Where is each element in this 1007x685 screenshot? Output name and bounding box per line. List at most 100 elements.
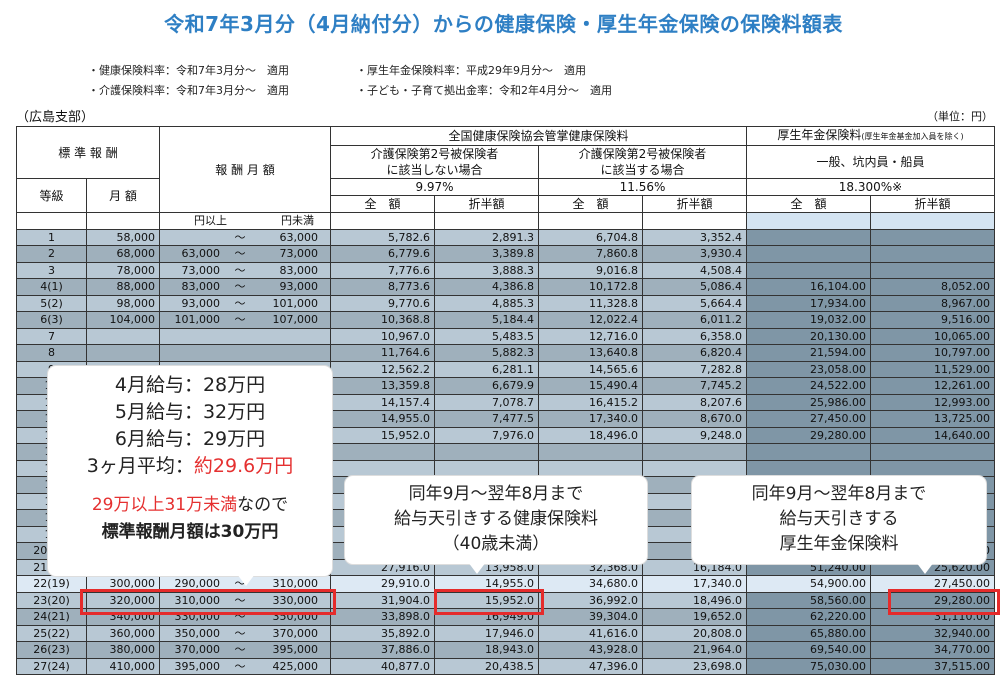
cell-range: 73,000 ～ 83,000 — [159, 261, 331, 279]
cell-ph: 11,529.00 — [870, 360, 995, 378]
cell-b: 15,490.4 — [538, 377, 643, 395]
cell-p: 16,104.00 — [746, 278, 871, 296]
callout-line: 厚生年金保険料 — [779, 534, 899, 554]
cell-p: 69,540.00 — [746, 641, 871, 659]
header-general: 一般、坑内員・船員 — [746, 145, 995, 179]
cell-bh: 7,282.8 — [642, 360, 747, 378]
cell-ah — [434, 459, 539, 477]
cell-g: 4(1) — [16, 278, 87, 296]
header-pension: 厚生年金保険料(厚生年金基金加入員を除く) — [746, 126, 995, 146]
cell-a: 31,904.0 — [330, 591, 435, 609]
cell-b: 6,704.8 — [538, 228, 643, 246]
cell-range: 83,000 ～ 93,000 — [159, 278, 331, 296]
callout-tail — [237, 574, 255, 586]
cell-bh: 17,340.0 — [642, 575, 747, 593]
cell-ph: 32,940.00 — [870, 624, 995, 642]
cell-bh: 9,248.0 — [642, 426, 747, 444]
callout-line: 同年9月～翌年8月まで — [408, 484, 584, 504]
header-standard: 標 準 報 酬 — [16, 126, 160, 179]
cell-m: 88,000 — [86, 278, 160, 296]
cell-ph — [870, 459, 995, 477]
cell-g: 27(24) — [16, 657, 87, 675]
cell-a: 29,910.0 — [330, 575, 435, 593]
cell-a: 33,898.0 — [330, 608, 435, 626]
cell-g: 2 — [16, 245, 87, 263]
table-row: 26(23) 380,000 370,000 ～ 395,000 37,886.0 18,9… — [16, 641, 995, 659]
cell-bh: 5,664.4 — [642, 294, 747, 312]
cell-g: 3 — [16, 261, 87, 279]
cell-p: 65,880.00 — [746, 624, 871, 642]
rate-pension: ・厚生年金保険料率：平成29年9月分～ 適用 — [356, 64, 586, 77]
cell-a: 37,886.0 — [330, 641, 435, 659]
cell-bh: 8,207.6 — [642, 393, 747, 411]
cell-b: 7,860.8 — [538, 245, 643, 263]
cell-g: 8 — [16, 344, 87, 362]
cell-ph: 8,967.00 — [870, 294, 995, 312]
cell-b: 12,022.4 — [538, 311, 643, 329]
cell-b: 39,304.0 — [538, 608, 643, 626]
cell-ah: 7,477.5 — [434, 410, 539, 428]
cell-range: 350,000 ～ 370,000 — [159, 624, 331, 642]
table-row: 8 11,764.6 5,882.3 13,640.8 6,820.4 21,594.00… — [16, 344, 995, 362]
cell-g: 24(21) — [16, 608, 87, 626]
callout-line: 29万以上31万未満なので — [91, 495, 289, 515]
cell-p: 75,030.00 — [746, 657, 871, 675]
header-half: 折半額 — [642, 195, 747, 213]
cell-ah: 4,885.3 — [434, 294, 539, 312]
cell-ph: 9,516.00 — [870, 311, 995, 329]
cell-ah — [434, 443, 539, 461]
header-full: 全 額 — [538, 195, 643, 213]
cell-a: 8,773.6 — [330, 278, 435, 296]
cell-bh: 6,820.4 — [642, 344, 747, 362]
cell-bh — [642, 459, 747, 477]
cell-a: 11,764.6 — [330, 344, 435, 362]
cell-b: 13,640.8 — [538, 344, 643, 362]
cell-b: 14,565.6 — [538, 360, 643, 378]
cell-p: 58,560.00 — [746, 591, 871, 609]
cell-b: 10,172.8 — [538, 278, 643, 296]
branch-label: （広島支部） — [16, 110, 95, 125]
cell-g: 1 — [16, 228, 87, 246]
cell-p: 62,220.00 — [746, 608, 871, 626]
callout-line: 4月給与：28万円 — [114, 374, 266, 396]
cell-ph: 34,770.00 — [870, 641, 995, 659]
cell-p: 21,594.00 — [746, 344, 871, 362]
cell-bh: 18,496.0 — [642, 591, 747, 609]
cell-g: 23(20) — [16, 591, 87, 609]
cell-bh: 6,011.2 — [642, 311, 747, 329]
cell-b — [538, 459, 643, 477]
cell-bh: 19,652.0 — [642, 608, 747, 626]
cell-b: 16,415.2 — [538, 393, 643, 411]
cell-b: 43,928.0 — [538, 641, 643, 659]
cell-b: 11,328.8 — [538, 294, 643, 312]
cell-a: 14,955.0 — [330, 410, 435, 428]
cell-ph — [870, 245, 995, 263]
cell-ph — [870, 228, 995, 246]
highlight-health-half — [434, 589, 544, 615]
cell-bh: 4,508.4 — [642, 261, 747, 279]
cell-m: 98,000 — [86, 294, 160, 312]
rate-a: 9.97% — [330, 178, 539, 196]
cell-p — [746, 459, 871, 477]
cell-p: 54,900.00 — [746, 575, 871, 593]
cell-bh: 20,808.0 — [642, 624, 747, 642]
cell-a: 9,770.6 — [330, 294, 435, 312]
header-grade: 等級 — [16, 178, 87, 213]
cell-m: 380,000 — [86, 641, 160, 659]
callout-line: 給与天引きする — [779, 509, 899, 529]
cell-a — [330, 443, 435, 461]
header-half: 折半額 — [434, 195, 539, 213]
cell-ah: 5,483.5 — [434, 327, 539, 345]
cell-range: 370,000 ～ 395,000 — [159, 641, 331, 659]
cell-ph: 10,797.00 — [870, 344, 995, 362]
callout-health: 同年9月～翌年8月まで 給与天引きする健康保険料 （40歳未満） — [345, 476, 647, 564]
cell-g: 22(19) — [16, 575, 87, 593]
cell-b: 9,016.8 — [538, 261, 643, 279]
cell-ah: 6,281.1 — [434, 360, 539, 378]
cell-ah: 20,438.5 — [434, 657, 539, 675]
rate-c: 18.300%※ — [746, 178, 995, 196]
header-care-no: 介護保険第2号被保険者 に該当しない場合 — [330, 145, 539, 179]
cell-bh: 7,745.2 — [642, 377, 747, 395]
cell-m: 360,000 — [86, 624, 160, 642]
cell-range — [159, 327, 331, 345]
